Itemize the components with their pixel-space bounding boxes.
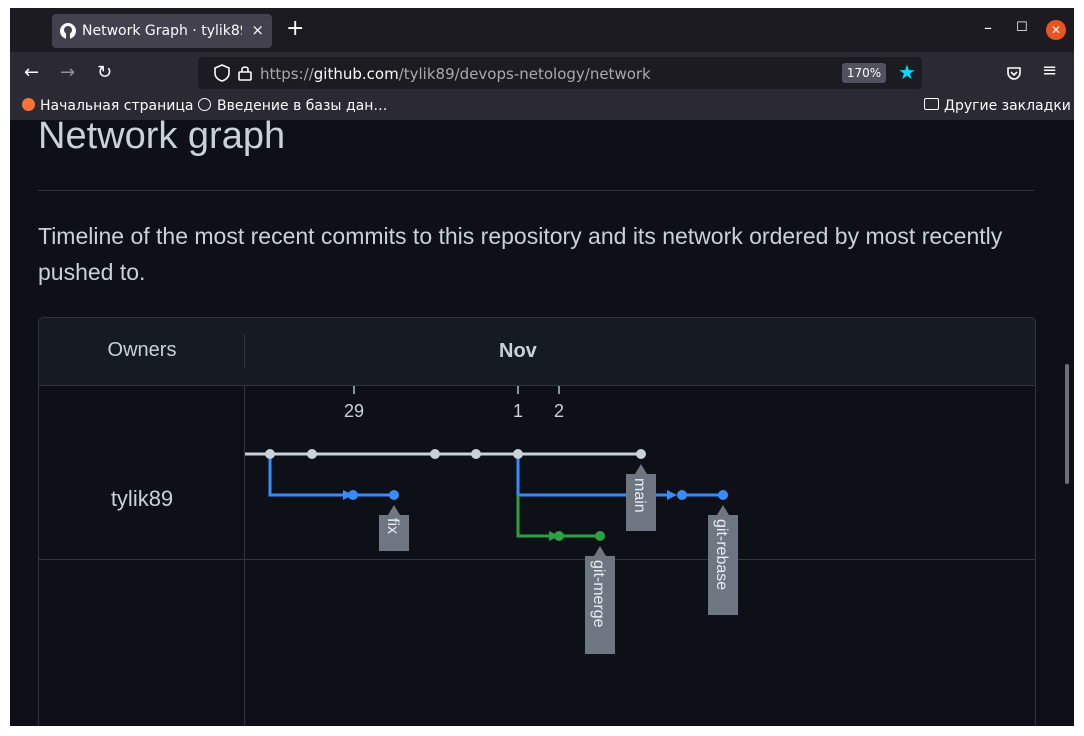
other-bookmarks[interactable]: Другие закладки bbox=[924, 98, 1071, 114]
commit-dot[interactable] bbox=[677, 490, 687, 500]
bookmark-label: Введение в базы дан… bbox=[217, 98, 388, 114]
day-label: 29 bbox=[344, 401, 364, 421]
commit-dot[interactable] bbox=[513, 449, 523, 459]
branch-label-text: git-rebase bbox=[713, 519, 730, 590]
page-scrollbar[interactable] bbox=[1064, 120, 1074, 726]
graph-canvas[interactable]: 29 1 2 fix main git-merge git-rebase bbox=[39, 318, 1035, 726]
bookmark-site-icon bbox=[198, 98, 211, 111]
branch-label-text: main bbox=[631, 478, 648, 513]
url-text[interactable]: https://github.com/tylik89/devops-netolo… bbox=[260, 65, 651, 83]
branch-label-git-merge[interactable]: git-merge bbox=[585, 546, 615, 654]
page-title: Network graph bbox=[38, 115, 286, 157]
url-scheme: https:// bbox=[260, 65, 314, 83]
minimize-icon[interactable]: – bbox=[984, 18, 992, 37]
commit-dot[interactable] bbox=[265, 449, 275, 459]
maximize-icon[interactable]: ☐ bbox=[1016, 20, 1028, 35]
forward-icon[interactable]: → bbox=[60, 62, 75, 83]
github-icon bbox=[60, 23, 76, 39]
branch-label-text: git-merge bbox=[590, 560, 607, 628]
branch-label-git-rebase[interactable]: git-rebase bbox=[708, 505, 738, 615]
active-tab[interactable]: Network Graph · tylik89/d × bbox=[52, 14, 272, 48]
url-host: github.com bbox=[313, 65, 399, 83]
tab-bar: Network Graph · tylik89/d × + – ☐ ✕ bbox=[10, 8, 1074, 52]
pocket-icon[interactable] bbox=[1006, 65, 1022, 81]
bookmark-star-icon[interactable]: ★ bbox=[898, 60, 916, 84]
nav-bar: ← → ↻ https://github.com/tylik89/devops-… bbox=[10, 52, 1074, 94]
bookmark-label: Начальная страница bbox=[40, 98, 194, 114]
tab-title: Network Graph · tylik89/d bbox=[82, 23, 242, 39]
branch-label-fix[interactable]: fix bbox=[379, 505, 409, 551]
page-description: Timeline of the most recent commits to t… bbox=[38, 223, 1003, 285]
merge-branch-line bbox=[516, 495, 549, 538]
shield-icon[interactable] bbox=[214, 64, 230, 82]
branch-label-text: fix bbox=[384, 518, 401, 534]
back-icon[interactable]: ← bbox=[24, 62, 39, 83]
commit-dot[interactable] bbox=[718, 490, 728, 500]
lock-icon[interactable] bbox=[238, 65, 252, 81]
reload-icon[interactable]: ↻ bbox=[97, 62, 112, 83]
commit-dot[interactable] bbox=[554, 531, 564, 541]
commit-dot[interactable] bbox=[389, 490, 399, 500]
page-content: Network graph Timeline of the most recen… bbox=[10, 115, 1074, 726]
scrollbar-thumb[interactable] bbox=[1065, 364, 1069, 484]
commit-dot[interactable] bbox=[636, 449, 646, 459]
commit-dot[interactable] bbox=[348, 490, 358, 500]
browser-window: Network Graph · tylik89/d × + – ☐ ✕ ← → … bbox=[10, 8, 1074, 726]
arrow-head bbox=[667, 490, 677, 500]
commit-dot[interactable] bbox=[430, 449, 440, 459]
day-label: 1 bbox=[513, 401, 523, 421]
bookmark-item[interactable]: Введение в базы дан… bbox=[198, 98, 387, 114]
fix-branch-line bbox=[268, 454, 347, 497]
commit-dot[interactable] bbox=[471, 449, 481, 459]
url-path: /tylik89/devops-netology/network bbox=[398, 65, 651, 83]
folder-icon bbox=[924, 98, 939, 110]
commit-dot[interactable] bbox=[595, 531, 605, 541]
branch-label-main[interactable]: main bbox=[626, 464, 656, 531]
tab-close-icon[interactable]: × bbox=[251, 21, 264, 39]
new-tab-button[interactable]: + bbox=[286, 18, 304, 40]
title-divider bbox=[38, 190, 1034, 191]
firefox-icon bbox=[22, 98, 35, 111]
network-graph[interactable]: Owners Nov tylik89 29 1 2 fix main git-m… bbox=[38, 317, 1036, 726]
close-window-icon[interactable]: ✕ bbox=[1046, 20, 1066, 40]
zoom-indicator[interactable]: 170% bbox=[842, 63, 886, 83]
other-bookmarks-label: Другие закладки bbox=[944, 98, 1071, 114]
menu-icon[interactable]: ≡ bbox=[1042, 60, 1057, 81]
url-bar[interactable]: https://github.com/tylik89/devops-netolo… bbox=[198, 57, 922, 89]
bookmark-item[interactable]: Начальная страница bbox=[22, 98, 193, 114]
commit-dot[interactable] bbox=[307, 449, 317, 459]
day-label: 2 bbox=[554, 401, 564, 421]
